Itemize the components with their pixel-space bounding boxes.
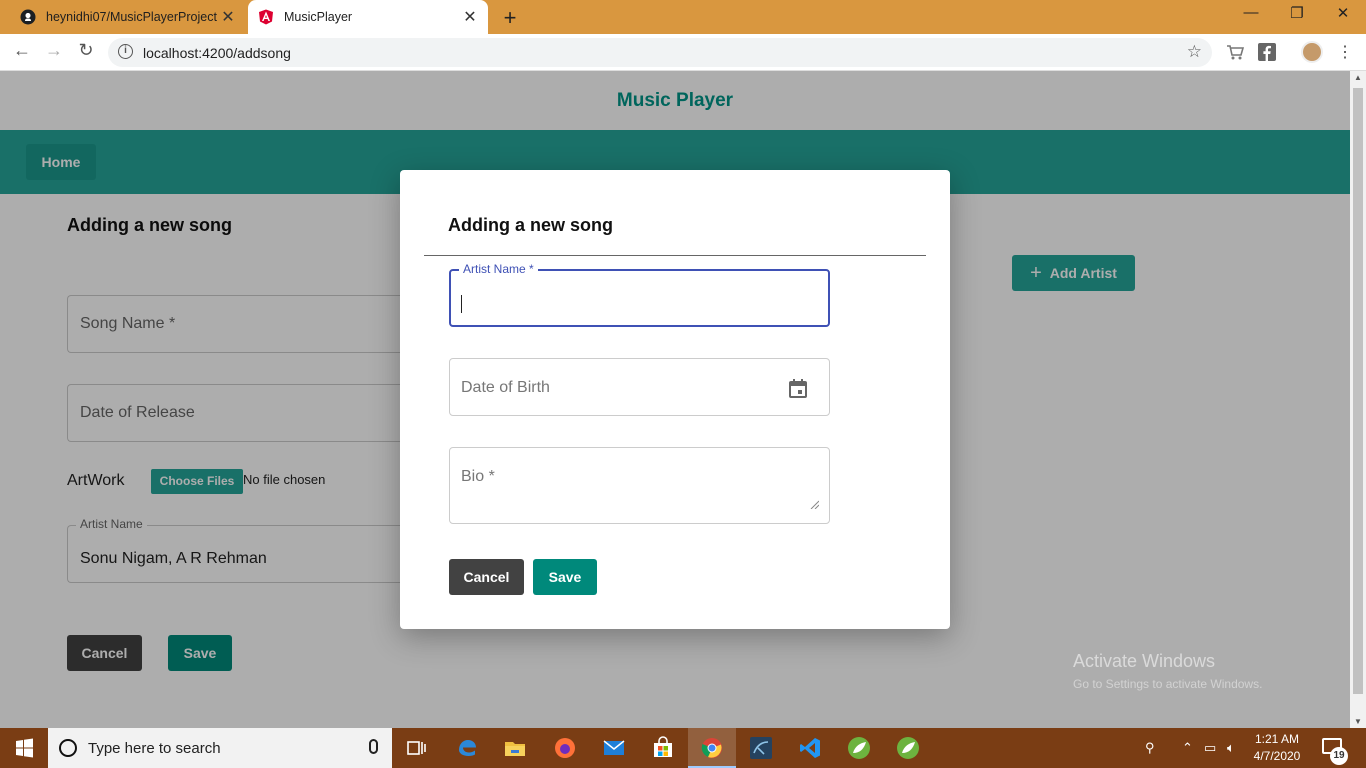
dialog-divider	[424, 255, 926, 256]
cart-extension-icon[interactable]	[1226, 43, 1244, 61]
mysql-workbench-icon[interactable]	[749, 736, 773, 760]
tab-label: MusicPlayer	[284, 10, 353, 24]
minimize-button[interactable]: —	[1228, 4, 1274, 21]
dialog-bio-textarea[interactable]: Bio *	[449, 447, 830, 524]
taskbar-search-placeholder: Type here to search	[88, 740, 221, 757]
new-tab-button[interactable]: +	[498, 5, 522, 31]
dialog-artist-name-input[interactable]: Artist Name *	[449, 262, 830, 327]
browser-tab-bar: heynidhi07/MusicPlayerProject ✕ MusicPla…	[0, 0, 1366, 34]
people-icon[interactable]: ⚲	[1145, 740, 1155, 756]
store-icon[interactable]	[651, 736, 675, 760]
dialog-bio-placeholder: Bio *	[461, 468, 495, 485]
forward-arrow-icon[interactable]: →	[42, 40, 66, 61]
tab-label: heynidhi07/MusicPlayerProject	[46, 10, 217, 24]
info-icon[interactable]: i	[118, 44, 133, 59]
dialog-title: Adding a new song	[448, 215, 613, 235]
reload-icon[interactable]: ↻	[74, 40, 98, 61]
browser-toolbar: ← → ↻ i localhost:4200/addsong ☆	[0, 34, 1366, 71]
cortana-icon	[59, 739, 77, 757]
activate-windows-subtext: Go to Settings to activate Windows.	[1073, 677, 1263, 691]
address-bar[interactable]: i localhost:4200/addsong ☆	[108, 38, 1212, 67]
back-arrow-icon[interactable]: ←	[10, 40, 34, 61]
scroll-up-arrow-icon[interactable]: ▲	[1350, 73, 1366, 82]
scroll-down-arrow-icon[interactable]: ▼	[1350, 717, 1366, 726]
taskbar-search-box[interactable]: Type here to search	[48, 728, 392, 768]
windows-taskbar: Type here to search ⚲ ⌃ ▭ 🔈︎ 1:21 AM 4/7…	[0, 728, 1366, 768]
notification-count-badge: 19	[1330, 747, 1348, 765]
taskbar-chrome-active[interactable]	[688, 728, 736, 768]
spring-tool-suite-icon-2[interactable]	[896, 736, 920, 760]
chrome-icon[interactable]	[700, 736, 724, 760]
activate-windows-watermark: Activate Windows	[1073, 651, 1216, 671]
battery-icon[interactable]: ▭	[1204, 740, 1216, 756]
task-view-icon[interactable]	[404, 736, 428, 760]
browser-menu-icon[interactable]: ⋮	[1337, 42, 1353, 62]
vscode-icon[interactable]	[798, 736, 822, 760]
dialog-dob-placeholder: Date of Birth	[461, 379, 550, 396]
close-tab-icon[interactable]: ✕	[220, 7, 236, 27]
close-tab-icon[interactable]: ✕	[462, 7, 478, 27]
dialog-cancel-button[interactable]: Cancel	[449, 559, 524, 595]
taskbar-clock[interactable]: 1:21 AM 4/7/2020	[1246, 731, 1308, 765]
resize-grip-icon[interactable]	[810, 500, 819, 509]
url-text: localhost:4200/addsong	[143, 45, 291, 61]
bookmark-star-icon[interactable]: ☆	[1187, 42, 1202, 62]
show-hidden-icons-icon[interactable]: ⌃	[1182, 740, 1193, 756]
restore-button[interactable]: ❐	[1274, 4, 1320, 22]
firefox-icon[interactable]	[553, 736, 577, 760]
spring-tool-suite-icon[interactable]	[847, 736, 871, 760]
tab-github[interactable]: heynidhi07/MusicPlayerProject ✕	[10, 0, 246, 34]
clock-date: 4/7/2020	[1253, 749, 1301, 763]
dialog-save-button[interactable]: Save	[533, 559, 597, 595]
scrollbar-thumb[interactable]	[1353, 88, 1363, 694]
dialog-date-of-birth-input[interactable]: Date of Birth	[449, 358, 830, 416]
github-icon	[20, 9, 36, 25]
close-window-button[interactable]: ✕	[1320, 4, 1366, 22]
dialog-artist-name-label: Artist Name *	[459, 262, 538, 276]
windows-start-icon[interactable]	[0, 728, 48, 768]
edge-icon[interactable]	[455, 736, 479, 760]
page-scrollbar[interactable]: ▲ ▼	[1350, 71, 1366, 728]
volume-icon[interactable]: 🔈︎	[1227, 740, 1235, 756]
angular-icon	[259, 9, 273, 25]
mail-icon[interactable]	[602, 736, 626, 760]
file-explorer-icon[interactable]	[503, 736, 527, 760]
calendar-icon[interactable]	[789, 379, 807, 398]
tab-musicplayer[interactable]: MusicPlayer ✕	[248, 0, 488, 34]
text-caret	[461, 295, 462, 313]
add-artist-dialog: Adding a new song Artist Name * Date of …	[400, 170, 950, 629]
clock-time: 1:21 AM	[1254, 732, 1300, 746]
profile-avatar[interactable]	[1301, 41, 1323, 63]
facebook-extension-icon[interactable]	[1258, 43, 1276, 61]
microphone-icon[interactable]	[369, 739, 378, 754]
